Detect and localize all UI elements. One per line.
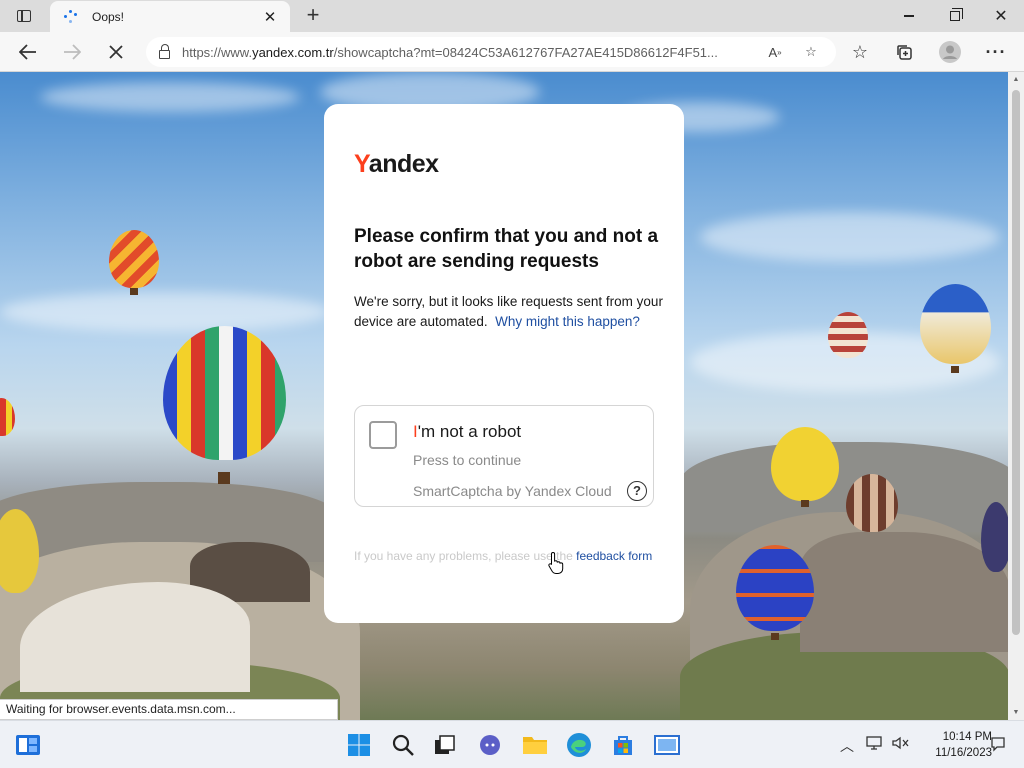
remote-desktop-icon [654,735,680,755]
scroll-down-icon[interactable]: ▼ [1012,709,1020,716]
loading-spinner-icon [64,9,78,24]
minimize-button[interactable] [886,0,932,32]
widgets-icon [16,735,40,755]
smartcaptcha-widget[interactable]: I'm not a robot Press to continue SmartC… [354,405,654,507]
help-icon[interactable]: ? [627,481,647,501]
profile-avatar-icon [939,41,961,63]
remote-desktop-button[interactable] [653,731,681,759]
clock-date: 11/16/2023 [935,747,992,759]
clock[interactable]: 10:14 PM 11/16/2023 [920,729,992,761]
restore-icon [950,8,963,21]
volume-muted-icon[interactable] [892,736,910,753]
network-icon[interactable] [866,736,882,753]
new-tab-button[interactable]: + [300,4,326,28]
add-favorite-icon[interactable]: ☆ [800,41,822,63]
scroll-thumb[interactable] [1012,90,1020,635]
more-options-button[interactable]: ··· [980,36,1012,68]
back-button[interactable] [12,36,44,68]
lock-icon [158,43,170,59]
close-icon: ✕ [994,8,1008,25]
restore-button[interactable] [932,0,978,32]
close-window-button[interactable]: ✕ [978,0,1024,32]
task-view-button[interactable] [431,731,459,759]
folder-icon [523,737,547,754]
task-view-icon [435,735,455,754]
taskbar: ︿ 10:14 PM 11/16/2023 [0,720,1024,768]
site-info-button[interactable] [146,43,182,59]
why-link[interactable]: Why might this happen? [495,314,640,329]
yandex-logo: Yandex [354,150,439,178]
profile-button[interactable] [934,36,966,68]
address-bar[interactable]: https://www.yandex.com.tr/showcaptcha?mt… [146,37,836,67]
description-text: We're sorry, but it looks like requests … [354,294,663,329]
search-button[interactable] [389,731,417,759]
hand-cursor-icon [548,551,564,574]
forward-button[interactable] [56,36,88,68]
back-arrow-icon [19,44,36,60]
tab-strip: Oops! ✕ + ✕ [0,0,1024,32]
windows-logo-icon [348,734,370,756]
chat-icon [480,735,500,755]
status-bar: Waiting for browser.events.data.msn.com.… [0,699,338,720]
url-text: https://www.yandex.com.tr/showcaptcha?mt… [182,44,718,60]
notifications-icon[interactable] [990,736,1006,755]
file-explorer-button[interactable] [521,731,549,759]
minimize-icon [904,15,914,17]
edge-icon [567,733,591,757]
stop-loading-icon [109,45,123,59]
page-scrollbar[interactable]: ▲ ▼ [1008,72,1024,720]
start-button[interactable] [345,731,373,759]
widgets-button[interactable] [14,731,42,759]
favorites-button[interactable]: ☆ [844,36,876,68]
press-to-continue-text: Press to continue [413,452,522,468]
edge-taskbar-button[interactable] [565,731,593,759]
tab-actions-button[interactable] [8,4,40,28]
captcha-brand-text: SmartCaptcha by Yandex Cloud [413,483,612,499]
forward-arrow-icon [64,44,81,60]
read-aloud-icon[interactable]: A» [764,41,786,63]
stop-button[interactable] [100,36,132,68]
browser-toolbar: https://www.yandex.com.tr/showcaptcha?mt… [0,32,1024,72]
collections-icon [897,45,912,60]
feedback-form-link[interactable]: feedback form [576,549,652,563]
close-tab-icon[interactable]: ✕ [260,8,280,26]
not-robot-checkbox[interactable] [369,421,397,449]
captcha-card: Yandex Please confirm that you and not a… [324,104,684,623]
clock-time: 10:14 PM [942,731,992,743]
more-options-icon: ··· [985,41,1007,62]
chevron-up-icon[interactable]: ︿ [840,736,854,756]
favorites-icon: ☆ [851,41,869,62]
search-icon [392,734,414,756]
store-icon [614,736,632,755]
tab-title: Oops! [92,9,125,24]
tab-actions-icon [17,10,31,22]
scroll-up-icon[interactable]: ▲ [1012,76,1020,83]
store-button[interactable] [609,731,637,759]
page-heading: Please confirm that you and not a robot … [354,226,659,272]
browser-tab[interactable]: Oops! ✕ [50,1,290,32]
footer-note: If you have any problems, please use the… [354,549,653,563]
not-robot-label[interactable]: I'm not a robot [413,422,521,442]
collections-button[interactable] [888,36,920,68]
teams-chat-button[interactable] [476,731,504,759]
